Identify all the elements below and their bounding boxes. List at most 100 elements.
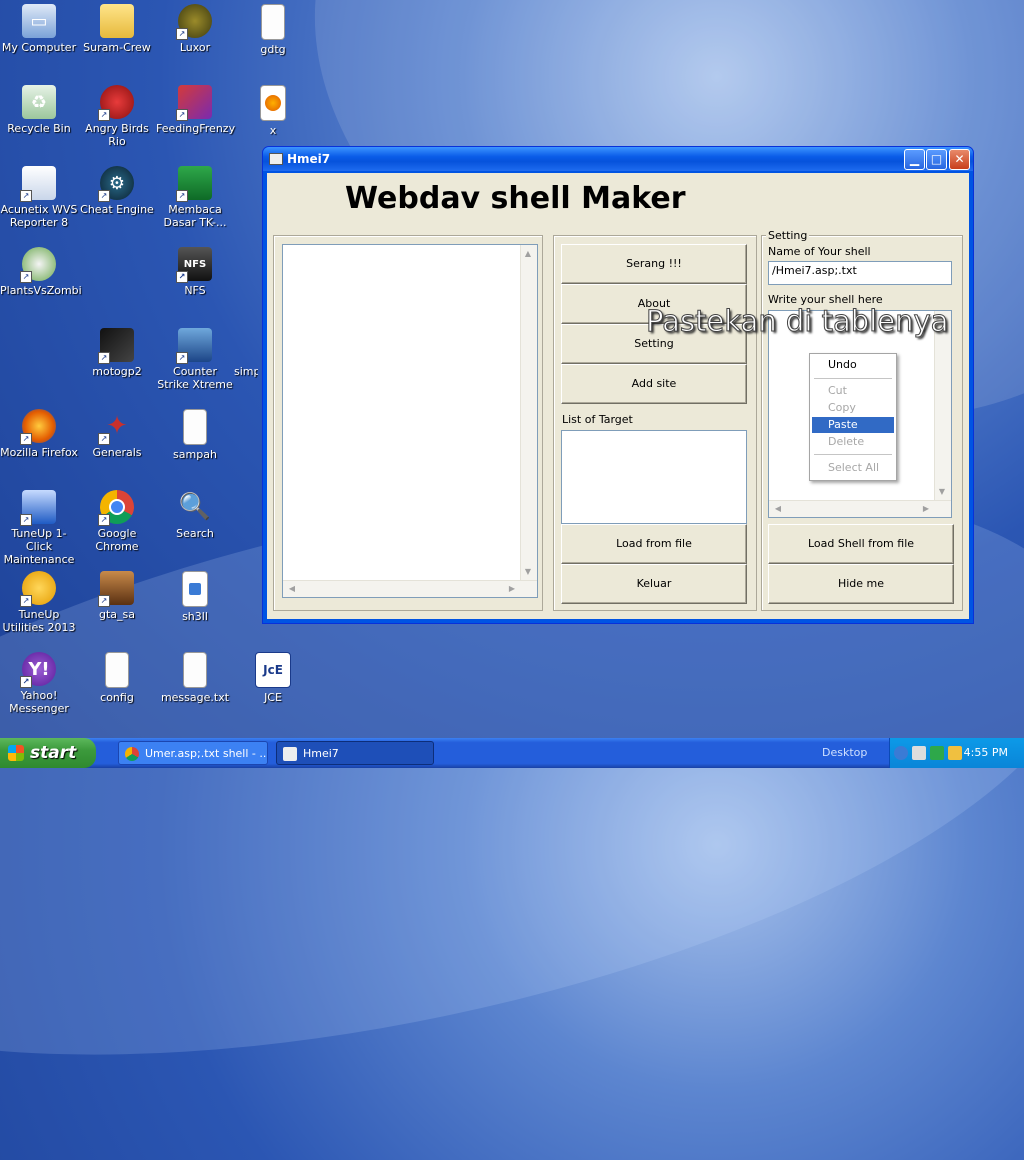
search-icon: 🔍 [178,491,212,522]
context-menu: Undo Cut Copy Paste Delete Select All [809,353,897,481]
desktop-icon-label: PlantsVsZombi [0,284,82,297]
desktop-icon-label: Acunetix WVS Reporter 8 [0,203,78,229]
taskbar-item-label: Umer.asp;.txt shell - ... [145,747,268,760]
tray-arrow-icon[interactable] [894,746,908,760]
desktop-icon-label: Search [176,527,214,540]
shell-textarea-vscroll[interactable]: ▼ [934,311,951,501]
site-list-vscroll[interactable]: ▲ ▼ [520,245,537,581]
scroll-down-icon[interactable]: ▼ [521,565,535,579]
desktop-icon-jce[interactable]: JcE JCE [234,650,312,704]
cheat-engine-icon: ⚙ ↗ [98,166,134,202]
hide-me-button[interactable]: Hide me [768,564,954,604]
desktop-icon-nfs[interactable]: NFS ↗ NFS [156,245,234,297]
firefox-file-icon [260,85,286,121]
text-file-icon [183,409,207,445]
desktop-icon-membaca[interactable]: ↗ Membaca Dasar TK-... [156,164,234,229]
scroll-down-icon[interactable]: ▼ [935,485,949,499]
desktop-icon-config[interactable]: config [78,650,156,704]
desktop-icon-tuneup-utilities[interactable]: ↗ TuneUp Utilities 2013 [0,569,78,634]
desktop-icon-tuneup-1click[interactable]: ↗ TuneUp 1-Click Maintenance [0,488,78,566]
scroll-left-icon[interactable]: ◀ [771,502,785,516]
desktop-icon-yahoo-messenger[interactable]: Y! ↗ Yahoo! Messenger [0,650,78,715]
serang-button[interactable]: Serang !!! [561,244,747,284]
menu-item-copy[interactable]: Copy [812,400,894,416]
desktop-icon-label: sampah [173,448,217,461]
menu-item-undo[interactable]: Undo [812,357,894,373]
site-list[interactable]: ▲ ▼ ◀ ▶ [282,244,538,598]
desktop-icon-gta-sa[interactable]: ↗ gta_sa [78,569,156,621]
desktop-icon-sh3ll[interactable]: sh3ll [156,569,234,623]
desktop-icon-suram-crew[interactable]: Suram-Crew [78,2,156,54]
clock[interactable]: 4:55 PM [964,746,1008,759]
desktop-icon-label: gdtg [260,43,286,56]
update-icon[interactable] [948,746,962,760]
text-file-icon [183,652,207,688]
desktop-icon-label: motogp2 [92,365,142,378]
desktop-icon-label: Recycle Bin [7,122,71,135]
nfs-icon: NFS ↗ [176,247,212,283]
shell-textarea-hscroll[interactable]: ◀ ▶ [769,500,951,517]
desktop-icon-acunetix[interactable]: ↗ Acunetix WVS Reporter 8 [0,164,78,229]
maximize-button[interactable]: □ [926,149,947,170]
middle-frame: Serang !!! About Setting Add site List o… [553,235,757,611]
network-icon[interactable] [912,746,926,760]
file-icon [182,571,208,607]
desktop-icon-gdtg[interactable]: gdtg [234,2,312,56]
keluar-button[interactable]: Keluar [561,564,747,604]
desktop-icon-label: gta_sa [98,608,135,621]
desktop-icon-my-computer[interactable]: ▭ My Computer [0,2,78,54]
desktop-icon-plantsvszombi[interactable]: ↗ PlantsVsZombi [0,245,82,297]
add-site-button[interactable]: Add site [561,364,747,404]
annotation-overlay-text: Pastekan di tablenya [645,304,949,339]
generals-icon: ✦ ↗ [98,409,134,445]
security-icon[interactable] [930,746,944,760]
scroll-right-icon[interactable]: ▶ [919,502,933,516]
tuneup-icon: ↗ [20,490,56,526]
close-button[interactable]: ✕ [949,149,970,170]
desktop-icon-label: TuneUp Utilities 2013 [2,608,76,634]
start-button[interactable]: start [0,738,96,768]
scroll-right-icon[interactable]: ▶ [505,582,519,596]
desktop-toolbar-label[interactable]: Desktop [822,746,867,759]
shell-name-input[interactable]: /Hmei7.asp;.txt [768,261,952,285]
desktop-icon-simp[interactable]: simp [234,326,258,378]
tuneup-utilities-icon: ↗ [20,571,56,607]
scroll-left-icon[interactable]: ◀ [285,582,299,596]
title-bar[interactable]: Hmei7 ▁ □ ✕ [263,147,973,171]
desktop-icon-label: JCE [264,691,282,704]
menu-item-select-all[interactable]: Select All [812,460,894,476]
desktop-icon-feedingfrenzy[interactable]: ↗ FeedingFrenzy [156,83,235,135]
desktop-icon-counter-strike[interactable]: ↗ Counter Strike Xtreme [156,326,234,391]
recycle-bin-icon: ♻ [22,85,56,119]
desktop-icon-firefox[interactable]: ↗ Mozilla Firefox [0,407,78,459]
menu-item-cut[interactable]: Cut [812,383,894,399]
scroll-up-icon[interactable]: ▲ [521,247,535,261]
desktop-icon-angry-birds[interactable]: ↗ Angry Birds Rio [78,83,156,148]
desktop-icon-generals[interactable]: ✦ ↗ Generals [78,407,156,460]
taskbar-item-hmei7[interactable]: Hmei7 [276,741,434,765]
taskbar-item-label: Hmei7 [303,747,339,760]
minimize-button[interactable]: ▁ [904,149,925,170]
menu-item-delete[interactable]: Delete [812,434,894,450]
desktop-icon-cheat-engine[interactable]: ⚙ ↗ Cheat Engine [78,164,156,216]
firefox-icon: ↗ [20,409,56,445]
menu-item-paste[interactable]: Paste [812,417,894,433]
desktop-icon-x[interactable]: x [234,83,312,137]
desktop-icon-sampah[interactable]: sampah [156,407,234,461]
start-label: start [30,743,77,763]
desktop-icon-recycle-bin[interactable]: ♻ Recycle Bin [0,83,78,135]
counter-strike-icon: ↗ [176,328,212,364]
load-from-file-button[interactable]: Load from file [561,524,747,564]
window-title: Hmei7 [287,152,331,166]
desktop-icon-motogp2[interactable]: ↗ motogp2 [78,326,156,378]
site-list-hscroll[interactable]: ◀ ▶ [283,580,537,597]
desktop-icon-label: Cheat Engine [80,203,154,216]
target-list[interactable] [561,430,747,524]
desktop-icon-chrome[interactable]: ↗ Google Chrome [78,488,156,553]
desktop-icon-luxor[interactable]: ↗ Luxor [156,2,234,54]
system-tray: 4:55 PM [889,738,1024,768]
desktop-icon-message-txt[interactable]: message.txt [156,650,234,704]
taskbar-item-chrome[interactable]: Umer.asp;.txt shell - ... [118,741,268,765]
desktop-icon-search[interactable]: 🔍 Search [156,488,234,541]
load-shell-button[interactable]: Load Shell from file [768,524,954,564]
